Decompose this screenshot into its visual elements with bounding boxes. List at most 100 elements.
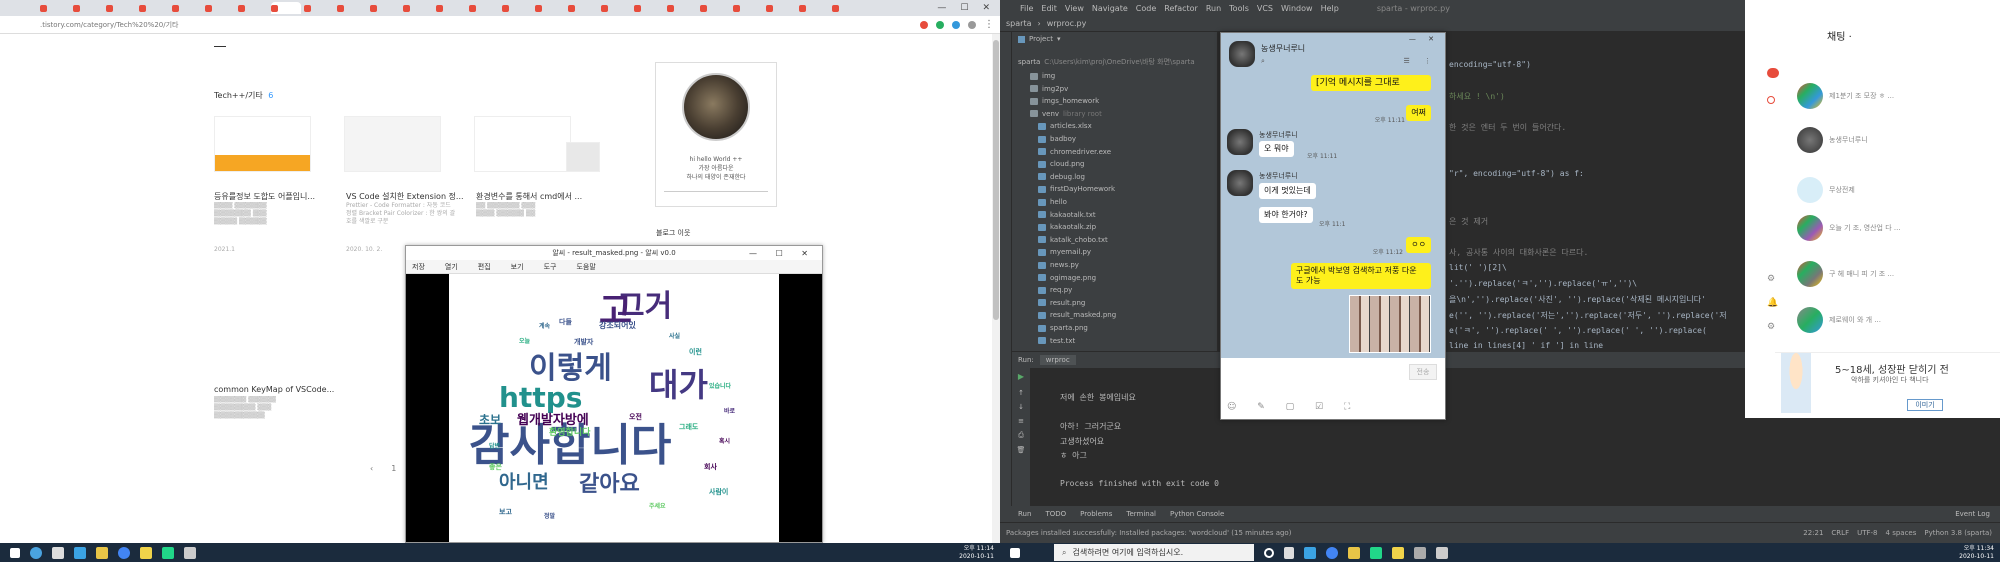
post-thumbnail[interactable]	[214, 116, 311, 172]
chrome-icon[interactable]	[118, 546, 130, 559]
tree-item[interactable]: imgs_homework	[1030, 95, 1099, 107]
post-title[interactable]: 등유를정보 도합도 어플입니...	[214, 191, 315, 202]
menu-item[interactable]: Window	[1281, 4, 1313, 13]
settings-icon[interactable]: ⚙	[1767, 322, 1775, 332]
tree-item[interactable]: chromedriver.exe	[1038, 146, 1111, 158]
viewer-toolbar-item[interactable]: 도움말	[576, 262, 595, 272]
bottom-tab[interactable]: Problems	[1080, 510, 1112, 518]
bottom-tab[interactable]: Python Console	[1170, 510, 1224, 518]
app-icon[interactable]	[1414, 546, 1426, 559]
message-bubble-mine[interactable]: [기억 메시지를 그대로	[1311, 75, 1431, 91]
cortana-icon[interactable]	[1264, 547, 1274, 558]
chat-icon[interactable]	[1767, 96, 1775, 104]
bottom-tab[interactable]: Terminal	[1126, 510, 1156, 518]
edge-icon[interactable]	[74, 546, 86, 559]
task-view-icon[interactable]	[52, 546, 64, 559]
menu-item[interactable]: VCS	[1257, 4, 1273, 13]
windows-start-icon[interactable]	[10, 547, 20, 558]
bottom-tab[interactable]: TODO	[1045, 510, 1066, 518]
browser-tab[interactable]	[634, 2, 664, 14]
bottom-tab[interactable]: Event Log	[1955, 510, 1990, 518]
viewer-toolbar-item[interactable]: 도구	[544, 262, 557, 272]
search-icon[interactable]: ⌕	[1261, 57, 1265, 66]
browser-tab[interactable]	[271, 2, 301, 14]
edge-icon[interactable]	[1304, 546, 1316, 559]
print-icon[interactable]: ⎙	[1012, 431, 1030, 440]
viewer-toolbar-item[interactable]: 편집	[478, 262, 491, 272]
chevron-down-icon[interactable]: ▾	[1057, 35, 1061, 43]
viewer-toolbar-item[interactable]: 저장	[412, 262, 425, 272]
browser-tab[interactable]	[337, 2, 367, 14]
status-item[interactable]: UTF-8	[1857, 529, 1877, 537]
pycharm-icon[interactable]	[1370, 546, 1382, 559]
browser-tab[interactable]	[766, 2, 796, 14]
folder-icon[interactable]	[96, 546, 108, 559]
chat-item[interactable]: 무상전제	[1797, 176, 1855, 204]
message-bubble-mine[interactable]: 여쩌	[1406, 105, 1431, 121]
menu-item[interactable]: Code	[1136, 4, 1156, 13]
browser-tab[interactable]	[238, 2, 268, 14]
browser-tab[interactable]	[568, 2, 598, 14]
url-field[interactable]: .tistory.com/category/Tech%20%20/기타	[40, 20, 920, 30]
avatar[interactable]	[682, 73, 750, 141]
browser-tab[interactable]	[667, 2, 697, 14]
run-config-tab[interactable]: wrproc	[1039, 355, 1076, 365]
tree-item[interactable]: result.png	[1038, 297, 1085, 309]
browser-tab[interactable]	[106, 2, 136, 14]
bell-icon[interactable]: 🔔	[1767, 298, 1778, 308]
profile-icon[interactable]	[968, 20, 976, 29]
status-message[interactable]: Packages installed successfully: Install…	[1006, 529, 1291, 537]
browser-tab[interactable]	[403, 2, 433, 14]
viewer-window-controls[interactable]: — ☐ ✕	[749, 249, 816, 258]
clock-right[interactable]: 오후 11:34 2020-10-11	[1959, 543, 1994, 562]
kakaotalk-icon[interactable]	[140, 546, 152, 559]
ad-button[interactable]: 이미기	[1907, 399, 1943, 411]
task-view-icon[interactable]	[1284, 546, 1294, 559]
tree-item[interactable]: articles.xlsx	[1038, 120, 1092, 132]
post-thumbnail[interactable]	[344, 116, 441, 172]
rerun-icon[interactable]: ▶	[1012, 372, 1030, 381]
menu-item[interactable]: Run	[1206, 4, 1221, 13]
sender-avatar[interactable]	[1227, 170, 1253, 196]
message-bubble-other[interactable]: 봐야 한거야?	[1259, 207, 1313, 223]
tree-item[interactable]: sparta.png	[1038, 322, 1088, 334]
maximize-icon[interactable]: ☐	[960, 3, 968, 13]
menu-item[interactable]: File	[1020, 4, 1033, 13]
folder-icon[interactable]	[1348, 546, 1360, 559]
post-title[interactable]: 환경변수를 통해서 cmd에서 ...	[476, 191, 582, 202]
browser-tab[interactable]	[205, 2, 235, 14]
tree-item[interactable]: ogimage.png	[1038, 272, 1096, 284]
browser-tab[interactable]	[172, 2, 202, 14]
page-number-button[interactable]: 1	[391, 464, 396, 473]
status-item[interactable]: 4 spaces	[1886, 529, 1917, 537]
tree-item[interactable]: cloud.png	[1038, 158, 1085, 170]
tree-item[interactable]: test.txt	[1038, 335, 1075, 347]
viewer-toolbar-item[interactable]: 보기	[511, 262, 524, 272]
browser-tab[interactable]	[370, 2, 400, 14]
app-icon[interactable]	[1436, 546, 1448, 559]
extension-icon[interactable]	[936, 20, 944, 29]
tree-item[interactable]: firstDayHomework	[1038, 183, 1115, 195]
menu-item[interactable]: Tools	[1229, 4, 1249, 13]
message-input-area[interactable]: 전송 ☺ ✎ ▢ ☑ ⛶	[1221, 358, 1445, 419]
tree-item[interactable]: req.py	[1038, 284, 1072, 296]
post-thumbnail[interactable]	[566, 142, 600, 172]
chat-item[interactable]: 구 헤 매니 피 기 조 ...	[1797, 260, 1894, 288]
post-title[interactable]: VS Code 설치한 Extension 정...	[346, 191, 464, 202]
browser-tab[interactable]	[40, 2, 70, 14]
send-button[interactable]: 전송	[1409, 364, 1437, 380]
tree-item[interactable]: result_masked.png	[1038, 309, 1116, 321]
extension-icon[interactable]	[920, 20, 928, 29]
tree-item[interactable]: hello	[1038, 196, 1067, 208]
chat-item[interactable]: 제1분기 조 모장 ㅎ ...	[1797, 82, 1894, 110]
status-item[interactable]: CRLF	[1831, 529, 1849, 537]
viewer-toolbar-item[interactable]: 열기	[445, 262, 458, 272]
close-icon[interactable]: ✕	[982, 3, 990, 13]
gear-icon[interactable]: ⚙	[1767, 274, 1775, 284]
tree-item[interactable]: debug.log	[1038, 171, 1085, 183]
taskbar-search[interactable]: ⌕ 검색하려면 여기에 입력하십시오.	[1054, 544, 1254, 561]
status-item[interactable]: Python 3.8 (sparta)	[1924, 529, 1992, 537]
browser-tab[interactable]	[733, 2, 763, 14]
input-tools[interactable]: ☺ ✎ ▢ ☑ ⛶	[1227, 402, 1359, 412]
wrap-icon[interactable]: ≡	[1012, 417, 1030, 425]
